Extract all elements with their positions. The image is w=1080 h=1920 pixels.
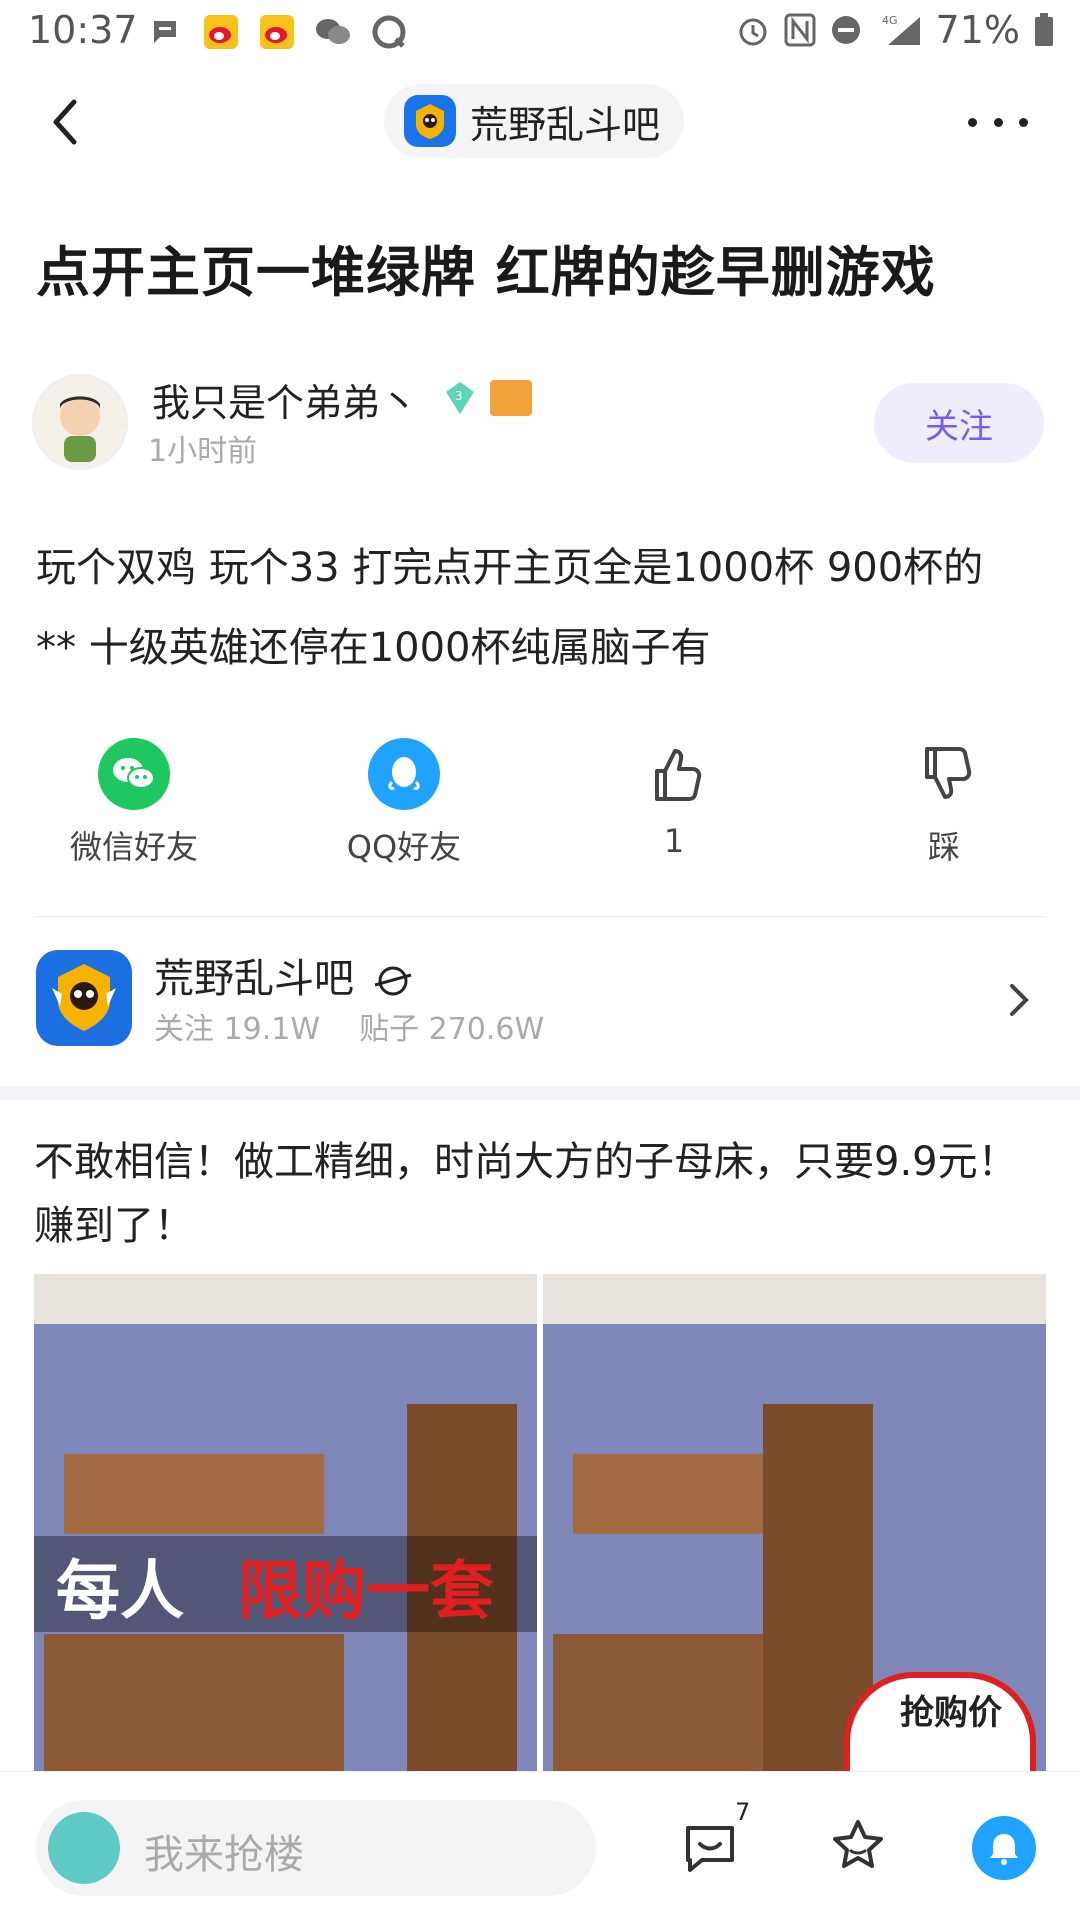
back-button[interactable]: [46, 96, 86, 148]
like-count: 1: [663, 822, 685, 860]
forum-posts: 贴子 270.6W: [359, 1012, 545, 1047]
ad-image-bed-bottom: [44, 1634, 344, 1774]
thumbs-up-icon: [638, 738, 710, 810]
star-icon: [833, 1820, 883, 1868]
svg-text:3: 3: [455, 389, 463, 403]
status-time: 10:37: [28, 8, 138, 52]
section-gap: [0, 1086, 1080, 1100]
ad-images[interactable]: 每人 限购一套 抢购价: [34, 1274, 1046, 1774]
svg-text:4G: 4G: [882, 14, 898, 27]
forum-card-logo-icon[interactable]: [36, 950, 132, 1046]
forum-card-name[interactable]: 荒野乱斗吧: [154, 946, 413, 1004]
medal-badge-icon: [490, 380, 532, 416]
forum-pill-name: 荒野乱斗吧: [470, 102, 661, 147]
share-wechat-button[interactable]: 微信好友: [54, 738, 214, 868]
author-avatar[interactable]: [32, 374, 128, 470]
ad-image-ceiling: [543, 1274, 1046, 1324]
share-button[interactable]: [972, 1816, 1036, 1880]
alarm-icon: [739, 18, 767, 46]
wechat-label: 微信好友: [69, 828, 198, 866]
message-icon: [145, 12, 185, 52]
share-bell-icon: [990, 1834, 1018, 1865]
chevron-right-icon[interactable]: [1008, 980, 1032, 1020]
dnd-icon: [831, 16, 860, 44]
post-title: 点开主页一堆绿牌 红牌的趁早删游戏: [36, 241, 936, 304]
signal-icon: 4G: [882, 14, 920, 45]
more-options-button[interactable]: [968, 102, 1028, 142]
wechat-icon: [98, 738, 170, 810]
weibo-icon-2: [257, 12, 297, 52]
share-qq-button[interactable]: QQ好友: [324, 738, 484, 868]
forum-followers: 关注 19.1W: [154, 1012, 320, 1047]
nav-bar: 荒野乱斗吧: [0, 82, 1080, 162]
ad-text[interactable]: 不敢相信！做工精细，时尚大方的子母床，只要9.9元！赚到了！: [34, 1130, 1044, 1258]
more-dot-icon: [968, 117, 977, 127]
author-name[interactable]: 我只是个弟弟丶: [152, 372, 418, 427]
comment-button[interactable]: [680, 1818, 740, 1878]
dislike-button[interactable]: 踩: [864, 738, 1024, 868]
notification-icons: [145, 12, 409, 52]
weibo-icon: [201, 12, 241, 52]
divider: [34, 916, 1046, 917]
post-time: 1小时前: [148, 434, 258, 469]
battery-icon: [1035, 13, 1053, 46]
comment-count: 7: [735, 1798, 751, 1826]
qq-browser-icon: [369, 12, 409, 52]
user-avatar: [48, 1812, 120, 1884]
forum-pill[interactable]: 荒野乱斗吧: [384, 84, 685, 158]
qq-icon: [368, 738, 440, 810]
post-content: 玩个双鸡 玩个33 打完点开主页全是1000杯 900杯的 ** 十级英雄还停在…: [36, 528, 1046, 688]
like-button[interactable]: 1: [594, 738, 754, 860]
thumbs-down-icon: [908, 738, 980, 810]
price-badge-label: 抢购价: [900, 1693, 1002, 1733]
post-content-line: 玩个双鸡 玩个33 打完点开主页全是1000杯 900杯的: [36, 545, 984, 591]
status-right: 4G 71%: [736, 8, 1054, 52]
forum-stats: 关注 19.1W 贴子 270.6W: [154, 1004, 544, 1048]
forum-card-name-text: 荒野乱斗吧: [154, 956, 354, 1002]
action-row: 微信好友 QQ好友 1 踩: [0, 738, 1080, 868]
reply-placeholder: 我来抢楼: [144, 1832, 304, 1878]
ad-banner-red: 限购一套: [238, 1555, 494, 1629]
favorite-button[interactable]: [828, 1816, 888, 1876]
ad-image-ceiling: [34, 1274, 537, 1324]
follow-button[interactable]: 关注: [874, 383, 1044, 463]
ad-image-right[interactable]: 抢购价: [543, 1274, 1046, 1774]
wechat-icon: [313, 12, 353, 52]
nfc-icon: [784, 13, 816, 47]
ad-banner-white: 每人: [56, 1555, 184, 1629]
bottom-bar: 我来抢楼 7: [0, 1772, 1080, 1920]
status-bar: 10:37 4G 71%: [0, 0, 1080, 66]
ad-image-left[interactable]: 每人 限购一套: [34, 1274, 537, 1774]
comment-icon: [686, 1826, 734, 1872]
post-content-line: ** 十级英雄还停在1000杯纯属脑子有: [36, 625, 711, 671]
qq-label: QQ好友: [346, 828, 462, 866]
dislike-label: 踩: [927, 828, 960, 866]
reply-input[interactable]: 我来抢楼: [36, 1800, 596, 1896]
level-badge-icon: 3: [442, 380, 478, 416]
planet-icon: [374, 966, 412, 996]
more-dot-icon: [993, 117, 1003, 127]
forum-logo-icon: [404, 95, 456, 147]
ad-image-bed-top: [64, 1454, 324, 1534]
battery-percentage: 71%: [935, 8, 1020, 52]
back-arrow-icon: [53, 99, 77, 145]
more-dot-icon: [1019, 117, 1028, 127]
